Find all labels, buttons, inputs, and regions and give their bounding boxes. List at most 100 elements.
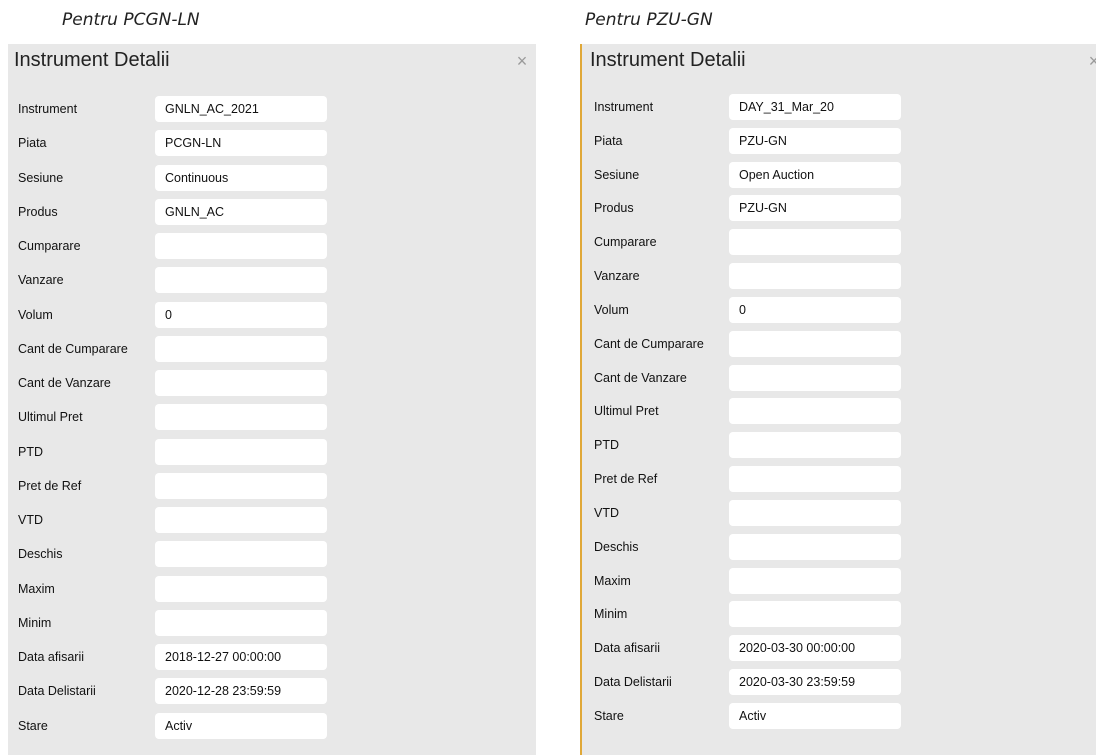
piata-value: PCGN-LN bbox=[155, 130, 327, 156]
detail-row-vanzare: Vanzare bbox=[8, 267, 536, 293]
panel-header: Instrument Detalii × bbox=[582, 44, 1096, 78]
instrument-details-panel-pzu-gn: Instrument Detalii × Instrument DAY_31_Ma… bbox=[580, 44, 1096, 755]
cumparare-value bbox=[155, 233, 327, 259]
detail-row-instrument: Instrument DAY_31_Mar_20 bbox=[582, 94, 1096, 120]
detail-row-vtd: VTD bbox=[8, 507, 536, 533]
maxim-value bbox=[729, 568, 901, 594]
piata-label: Piata bbox=[594, 134, 623, 148]
pret-de-ref-value bbox=[729, 466, 901, 492]
cant-de-cumparare-label: Cant de Cumparare bbox=[18, 342, 128, 356]
cant-de-cumparare-value bbox=[729, 331, 901, 357]
pret-de-ref-label: Pret de Ref bbox=[594, 472, 658, 486]
stare-label: Stare bbox=[18, 719, 48, 733]
ultimul-pret-label: Ultimul Pret bbox=[18, 410, 83, 424]
close-icon[interactable]: × bbox=[514, 52, 530, 70]
deschis-label: Deschis bbox=[594, 540, 639, 554]
vanzare-value bbox=[729, 263, 901, 289]
detail-row-volum: Volum 0 bbox=[8, 302, 536, 328]
detail-row-ptd: PTD bbox=[8, 439, 536, 465]
vtd-value bbox=[729, 500, 901, 526]
instrument-details-panel-pcgn-ln: Instrument Detalii × Instrument GNLN_AC_2… bbox=[8, 44, 536, 755]
vanzare-label: Vanzare bbox=[594, 269, 640, 283]
ptd-label: PTD bbox=[594, 438, 619, 452]
instrument-label: Instrument bbox=[18, 102, 78, 116]
detail-row-minim: Minim bbox=[582, 601, 1096, 627]
piata-value: PZU-GN bbox=[729, 128, 901, 154]
detail-row-piata: Piata PZU-GN bbox=[582, 128, 1096, 154]
data-delistarii-value: 2020-12-28 23:59:59 bbox=[155, 678, 327, 704]
ultimul-pret-value bbox=[155, 404, 327, 430]
minim-value bbox=[729, 601, 901, 627]
instrument-label: Instrument bbox=[594, 100, 654, 114]
volum-value: 0 bbox=[155, 302, 327, 328]
detail-row-vtd: VTD bbox=[582, 500, 1096, 526]
volum-value: 0 bbox=[729, 297, 901, 323]
sesiune-value: Open Auction bbox=[729, 162, 901, 188]
detail-row-instrument: Instrument GNLN_AC_2021 bbox=[8, 96, 536, 122]
ptd-value bbox=[155, 439, 327, 465]
produs-value: PZU-GN bbox=[729, 195, 901, 221]
detail-row-vanzare: Vanzare bbox=[582, 263, 1096, 289]
ultimul-pret-value bbox=[729, 398, 901, 424]
detail-row-volum: Volum 0 bbox=[582, 297, 1096, 323]
cant-de-vanzare-label: Cant de Vanzare bbox=[594, 371, 687, 385]
ptd-value bbox=[729, 432, 901, 458]
sesiune-label: Sesiune bbox=[18, 171, 64, 185]
close-icon[interactable]: × bbox=[1086, 52, 1096, 70]
detail-row-sesiune: Sesiune Continuous bbox=[8, 165, 536, 191]
panel-title: Instrument Detalii bbox=[14, 49, 170, 71]
maxim-label: Maxim bbox=[18, 582, 55, 596]
detail-row-stare: Stare Activ bbox=[582, 703, 1096, 729]
instrument-value: GNLN_AC_2021 bbox=[155, 96, 327, 122]
deschis-label: Deschis bbox=[18, 547, 63, 561]
instrument-value: DAY_31_Mar_20 bbox=[729, 94, 901, 120]
cumparare-label: Cumparare bbox=[18, 239, 81, 253]
detail-row-data-delistarii: Data Delistarii 2020-12-28 23:59:59 bbox=[8, 678, 536, 704]
data-delistarii-label: Data Delistarii bbox=[594, 675, 672, 689]
pret-de-ref-value bbox=[155, 473, 327, 499]
detail-row-piata: Piata PCGN-LN bbox=[8, 130, 536, 156]
data-afisarii-label: Data afisarii bbox=[18, 650, 84, 664]
minim-value bbox=[155, 610, 327, 636]
ultimul-pret-label: Ultimul Pret bbox=[594, 404, 659, 418]
data-afisarii-label: Data afisarii bbox=[594, 641, 660, 655]
pret-de-ref-label: Pret de Ref bbox=[18, 479, 82, 493]
detail-row-data-afisarii: Data afisarii 2020-03-30 00:00:00 bbox=[582, 635, 1096, 661]
vanzare-value bbox=[155, 267, 327, 293]
sesiune-value: Continuous bbox=[155, 165, 327, 191]
cumparare-label: Cumparare bbox=[594, 235, 657, 249]
cant-de-cumparare-value bbox=[155, 336, 327, 362]
detail-row-cant-de-cumparare: Cant de Cumparare bbox=[582, 331, 1096, 357]
detail-row-deschis: Deschis bbox=[8, 541, 536, 567]
detail-row-ultimul-pret: Ultimul Pret bbox=[8, 404, 536, 430]
panel-caption-pcgn-ln: Pentru PCGN-LN bbox=[62, 10, 200, 30]
vanzare-label: Vanzare bbox=[18, 273, 64, 287]
detail-row-produs: Produs PZU-GN bbox=[582, 195, 1096, 221]
stare-value: Activ bbox=[155, 713, 327, 739]
cumparare-value bbox=[729, 229, 901, 255]
detail-row-produs: Produs GNLN_AC bbox=[8, 199, 536, 225]
produs-label: Produs bbox=[594, 201, 634, 215]
deschis-value bbox=[729, 534, 901, 560]
produs-value: GNLN_AC bbox=[155, 199, 327, 225]
detail-row-pret-de-ref: Pret de Ref bbox=[582, 466, 1096, 492]
detail-row-stare: Stare Activ bbox=[8, 713, 536, 739]
detail-row-cant-de-cumparare: Cant de Cumparare bbox=[8, 336, 536, 362]
deschis-value bbox=[155, 541, 327, 567]
stare-label: Stare bbox=[594, 709, 624, 723]
data-afisarii-value: 2020-03-30 00:00:00 bbox=[729, 635, 901, 661]
cant-de-vanzare-value bbox=[729, 365, 901, 391]
ptd-label: PTD bbox=[18, 445, 43, 459]
minim-label: Minim bbox=[594, 607, 628, 621]
detail-row-cumparare: Cumparare bbox=[582, 229, 1096, 255]
detail-row-cant-de-vanzare: Cant de Vanzare bbox=[8, 370, 536, 396]
detail-row-data-delistarii: Data Delistarii 2020-03-30 23:59:59 bbox=[582, 669, 1096, 695]
minim-label: Minim bbox=[18, 616, 52, 630]
volum-label: Volum bbox=[594, 303, 629, 317]
panel-caption-pzu-gn: Pentru PZU-GN bbox=[585, 10, 713, 30]
detail-row-pret-de-ref: Pret de Ref bbox=[8, 473, 536, 499]
panel-title: Instrument Detalii bbox=[590, 49, 746, 71]
produs-label: Produs bbox=[18, 205, 58, 219]
vtd-value bbox=[155, 507, 327, 533]
detail-row-sesiune: Sesiune Open Auction bbox=[582, 162, 1096, 188]
